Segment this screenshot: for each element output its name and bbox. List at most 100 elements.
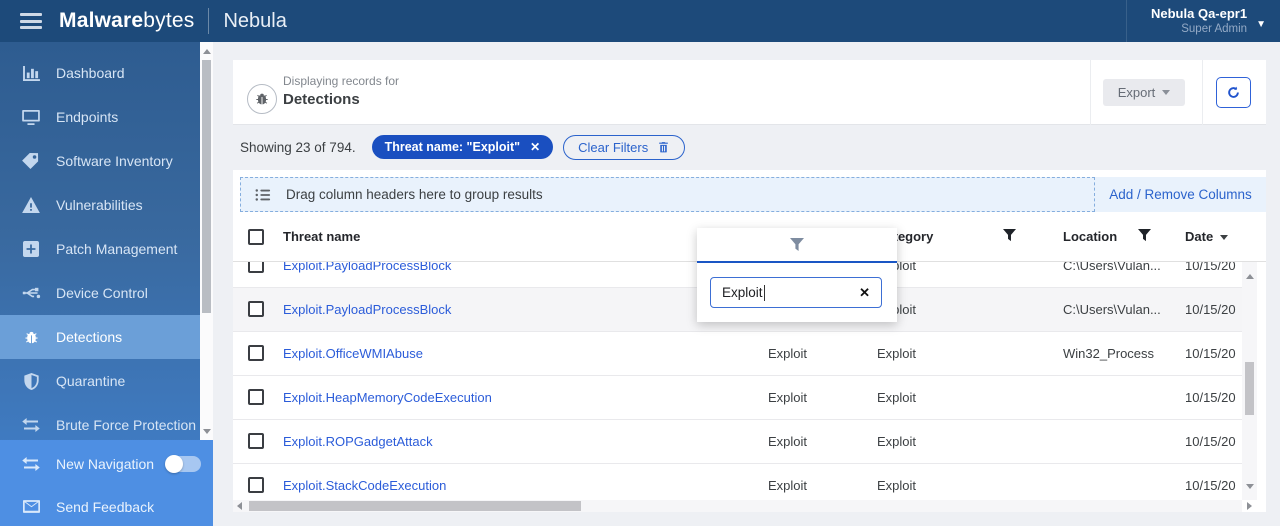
horizontal-scrollbar[interactable] [233,500,1242,512]
column-filter-popup: Exploit ✕ [697,228,897,322]
scroll-left-icon[interactable] [237,502,242,510]
vertical-scrollbar[interactable] [1242,262,1257,500]
select-all-checkbox[interactable] [248,229,264,245]
table-row[interactable]: Exploit.HeapMemoryCodeExecution Exploit Ex… [233,376,1242,420]
date-cell: 10/15/20 [1185,262,1236,273]
bug-icon [247,84,277,114]
product-name: Nebula [223,9,287,32]
sidebar-item-endpoints[interactable]: Endpoints [0,95,200,139]
horizontal-scrollbar-thumb[interactable] [249,501,581,511]
text-cursor [763,284,765,301]
row-checkbox[interactable] [248,389,264,405]
sidebar-item-label: Patch Management [56,241,178,257]
swap-arrows-icon [21,415,41,435]
new-navigation-toggle[interactable] [165,454,202,473]
sidebar-item-vulnerabilities[interactable]: Vulnerabilities [0,183,200,227]
type-cell: Exploit [768,346,808,361]
sidebar-item-new-navigation[interactable]: New Navigation [0,442,213,485]
row-checkbox[interactable] [248,433,264,449]
clear-filters-button[interactable]: Clear Filters [563,134,686,160]
date-cell: 10/15/20 [1185,434,1236,449]
patch-management-icon [21,239,41,259]
malwarebytes-logo: Malwarebytes [59,9,195,32]
column-threat-name[interactable]: Threat name [283,229,360,244]
endpoints-icon [21,107,41,127]
account-menu[interactable]: Nebula Qa-epr1 Super Admin ▼ [1126,0,1280,42]
scroll-down-icon[interactable] [200,425,213,438]
hamburger-menu-icon[interactable] [20,13,42,29]
location-cell: C:\Users\Vulan... [1063,262,1161,273]
sidebar-item-label: Send Feedback [56,498,155,515]
row-checkbox[interactable] [248,301,264,317]
type-cell: Exploit [768,478,808,493]
filter-icon[interactable] [1003,229,1016,242]
vertical-scrollbar-thumb[interactable] [1245,362,1254,415]
showing-count: Showing 23 of 794. [240,139,356,155]
top-bar: Malwarebytes Nebula Nebula Qa-epr1 Super… [0,0,1280,42]
sidebar-item-label: Detections [56,329,123,345]
row-checkbox[interactable] [248,345,264,361]
dashboard-icon [21,63,41,83]
sidebar-item-send-feedback[interactable]: Send Feedback [0,485,213,526]
threat-name-filter-chip[interactable]: Threat name: "Exploit" ✕ [371,135,554,159]
filter-input-value: Exploit [722,285,763,300]
location-cell: C:\Users\Vulan... [1063,302,1161,317]
threat-name-link[interactable]: Exploit.StackCodeExecution [283,478,446,493]
scroll-down-icon[interactable] [1243,480,1256,493]
sidebar-item-label: Quarantine [56,373,126,389]
date-cell: 10/15/20 [1185,390,1236,405]
sidebar-item-dashboard[interactable]: Dashboard [0,51,200,95]
threat-name-link[interactable]: Exploit.PayloadProcessBlock [283,302,451,317]
add-remove-columns-link[interactable]: Add / Remove Columns [1109,187,1252,202]
group-by-dropzone[interactable]: Drag column headers here to group result… [240,177,1095,212]
table-row[interactable]: Exploit.StackCodeExecution Exploit Exploit… [233,464,1242,500]
page-header: Displaying records for Detections Export [233,60,1266,125]
filter-icon[interactable] [697,228,897,261]
sidebar-item-label: Dashboard [56,65,125,81]
row-checkbox[interactable] [248,262,264,273]
table-row[interactable]: Exploit.ROPGadgetAttack Exploit Exploit 10/… [233,420,1242,464]
sidebar-item-patch-management[interactable]: Patch Management [0,227,200,271]
filter-summary-row: Showing 23 of 794. Threat name: "Exploit… [240,134,686,160]
filter-text-input[interactable]: Exploit ✕ [710,277,882,308]
sidebar-item-detections[interactable]: Detections [0,315,200,359]
trash-icon [659,142,669,153]
column-location[interactable]: Location [1063,229,1117,244]
page-subtitle: Displaying records for [283,74,400,88]
device-control-icon [21,283,41,303]
scroll-right-icon[interactable] [1242,500,1257,512]
category-cell: Exploit [877,346,917,361]
sidebar-item-software-inventory[interactable]: Software Inventory [0,139,200,183]
chevron-down-icon [1162,90,1171,95]
sidebar-item-quarantine[interactable]: Quarantine [0,359,200,403]
threat-name-link[interactable]: Exploit.OfficeWMIAbuse [283,346,423,361]
location-cell: Win32_Process [1063,346,1155,361]
sidebar-bottom-panel: New Navigation Send Feedback [0,440,213,526]
scroll-up-icon[interactable] [1243,270,1256,283]
category-cell: Exploit [877,390,917,405]
date-cell: 10/15/20 [1185,302,1236,317]
sidebar-scrollbar-thumb[interactable] [202,60,211,313]
export-button[interactable]: Export [1103,79,1185,106]
column-date[interactable]: Date [1185,229,1229,244]
sidebar-item-label: Endpoints [56,109,119,125]
sidebar-item-device-control[interactable]: Device Control [0,271,200,315]
toggle-knob [165,454,184,473]
close-icon[interactable]: ✕ [530,140,540,154]
header-divider [1090,60,1091,125]
threat-name-link[interactable]: Exploit.HeapMemoryCodeExecution [283,390,492,405]
clear-input-icon[interactable]: ✕ [859,285,870,301]
table-row[interactable]: Exploit.OfficeWMIAbuse Exploit Exploit Win3… [233,332,1242,376]
vulnerabilities-icon [21,195,41,215]
envelope-icon [21,497,41,517]
threat-name-link[interactable]: Exploit.ROPGadgetAttack [283,434,433,449]
scroll-up-icon[interactable] [200,45,213,58]
app-root: Malwarebytes Nebula Nebula Qa-epr1 Super… [0,0,1280,526]
threat-name-link[interactable]: Exploit.PayloadProcessBlock [283,262,451,273]
sidebar-scrollbar[interactable] [200,42,213,440]
sort-desc-icon [1220,235,1229,241]
row-checkbox[interactable] [248,477,264,493]
sidebar-item-label: Vulnerabilities [56,197,143,213]
filter-icon[interactable] [1138,229,1151,242]
refresh-button[interactable] [1216,77,1251,108]
